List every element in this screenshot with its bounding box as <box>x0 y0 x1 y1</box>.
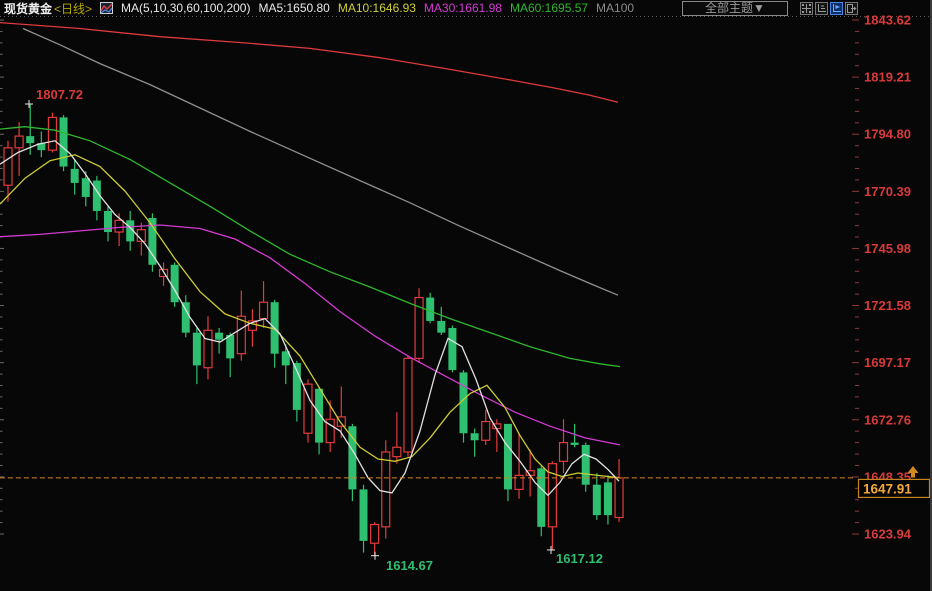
candle <box>370 522 380 556</box>
axis-label: 1819.21 <box>864 70 911 85</box>
extreme-price-label: 1807.72 <box>36 87 83 102</box>
ma5-legend: MA5:1650.80 <box>258 1 330 15</box>
candle <box>592 473 601 520</box>
candle <box>247 309 258 347</box>
candle <box>258 281 269 328</box>
chart-window: 1843.62 1819.21 1794.80 1770.39 1745.98 1721.… <box>0 0 932 591</box>
candle <box>59 115 68 172</box>
chart-panel-icon[interactable] <box>830 1 843 15</box>
axis-label: 1794.80 <box>864 127 911 142</box>
candle <box>315 386 324 455</box>
candle <box>426 292 435 324</box>
candle <box>437 306 446 335</box>
candle <box>81 171 90 207</box>
axis-label: 1672.76 <box>864 412 911 427</box>
ma-settings-label[interactable]: MA(5,10,30,60,100,200) <box>121 1 250 15</box>
axis-scale-icon[interactable] <box>815 1 828 15</box>
candle <box>514 433 524 499</box>
period-label[interactable]: <日线> <box>54 0 92 17</box>
candle <box>192 327 201 385</box>
candle <box>47 112 58 153</box>
candle <box>581 442 590 492</box>
axis-label: 1745.98 <box>864 241 911 256</box>
ma100-legend: MA100 <box>596 1 635 15</box>
candle <box>181 295 190 338</box>
ma-line-ma5 <box>0 140 620 497</box>
extreme-marker: 1614.67 <box>371 551 433 573</box>
ma30-legend: MA30:1661.98 <box>423 1 502 15</box>
symbol-name[interactable]: 现货黄金 <box>4 0 52 17</box>
extreme-price-label: 1617.12 <box>556 551 603 566</box>
axis-ticks <box>0 19 859 535</box>
candle <box>281 344 290 385</box>
candle <box>603 475 612 525</box>
last-price-value: 1647.91 <box>863 481 912 496</box>
theme-selector-button[interactable]: 全部主题▼ <box>682 0 788 16</box>
axis-label: 1721.58 <box>864 298 911 313</box>
candles <box>3 103 624 556</box>
ma60-legend: MA60:1695.57 <box>509 1 589 15</box>
candlestick-chart[interactable]: 1843.621819.211794.801770.391745.981721.… <box>0 0 932 591</box>
candle <box>359 484 368 553</box>
candle <box>226 332 235 378</box>
candle <box>236 290 246 361</box>
price-axis[interactable]: 1843.621819.211794.801770.391745.981721.… <box>864 13 912 542</box>
extreme-marker: 1807.72 <box>25 87 83 108</box>
candle <box>392 412 402 464</box>
extreme-price-label: 1614.67 <box>386 558 433 573</box>
candle <box>92 175 101 221</box>
last-price-box: 1647.91 <box>857 478 930 499</box>
ma-line-ma100 <box>22 27 619 296</box>
candle <box>403 356 413 457</box>
candle <box>537 466 546 537</box>
extreme-marker: 1617.12 <box>547 545 603 566</box>
candle <box>459 370 468 443</box>
candle <box>448 325 457 373</box>
candle <box>203 316 213 380</box>
candle <box>158 262 169 286</box>
candle <box>381 440 391 539</box>
candle <box>14 122 24 176</box>
popout-icon[interactable] <box>845 1 858 15</box>
toolbar-icons <box>800 1 858 15</box>
candle <box>558 419 569 474</box>
candle <box>503 423 512 502</box>
candle <box>70 159 79 195</box>
candle <box>414 288 424 364</box>
axis-label: 1623.94 <box>864 527 912 542</box>
candle <box>270 299 279 368</box>
axis-label: 1770.39 <box>864 184 911 199</box>
ma-line-ma200 <box>0 21 619 103</box>
candle <box>348 423 357 502</box>
candle <box>103 206 112 242</box>
candle <box>614 458 624 523</box>
axis-label: 1697.17 <box>864 355 911 370</box>
ma10-legend: MA10:1646.93 <box>337 1 416 15</box>
chart-header: 现货黄金 <日线> MA(5,10,30,60,100,200) MA5:165… <box>0 0 930 16</box>
crosshair-icon[interactable] <box>800 1 813 15</box>
candle <box>470 428 479 457</box>
mini-chart-icon[interactable] <box>100 2 114 14</box>
